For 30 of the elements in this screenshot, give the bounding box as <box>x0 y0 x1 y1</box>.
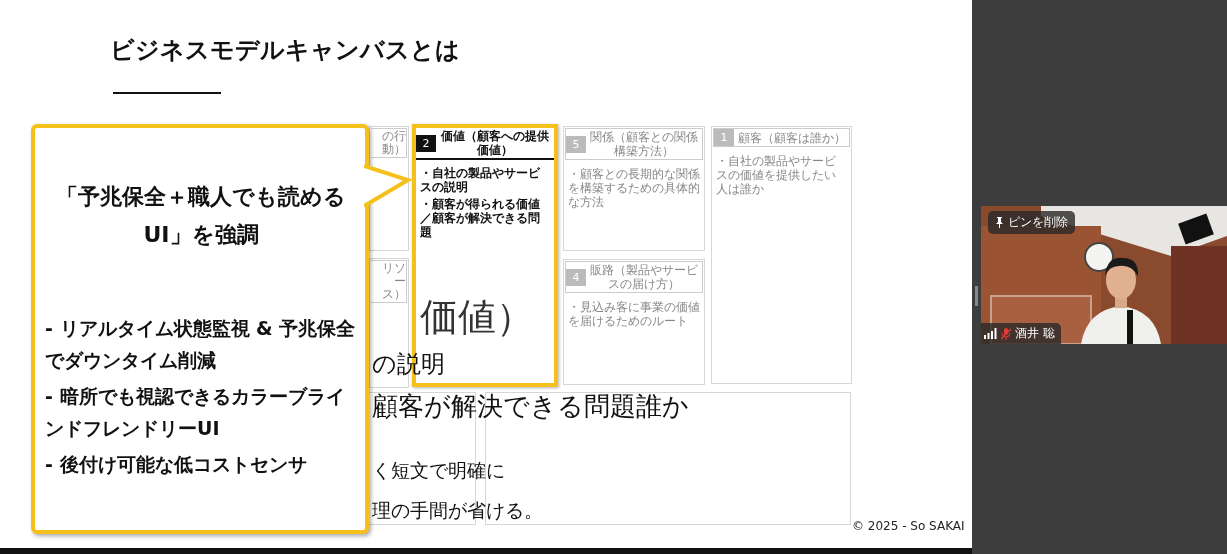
slide-text: 理の手間が省ける。 <box>372 498 543 523</box>
pin-icon <box>995 217 1004 228</box>
slide-text: 顧客が解決できる問題誰か <box>372 390 689 423</box>
card-heading: 価値（顧客への提供価値） <box>440 128 550 158</box>
card-number: 2 <box>416 134 436 152</box>
card-bullet: ・顧客が得られる価値／顧客が解決できる問題 <box>420 197 541 239</box>
copyright-text: © 2025 - So SAKAI <box>852 519 965 533</box>
card-heading: 販路（製品やサービスの届け方） <box>589 262 699 292</box>
slide-title: ビジネスモデルキャンバスとは <box>110 35 460 66</box>
callout-heading: 「予兆保全＋職人でも読めるUI」を強調 <box>55 183 347 249</box>
card-bullet: ・見込み客に事業の価値を届けるためのルート <box>568 300 700 328</box>
card-bullet: ・自社の製品やサービスの説明 <box>420 166 541 194</box>
card-heading: 顧客（顧客は誰か） <box>736 129 847 146</box>
slide-text: く短文で明確に <box>372 458 505 483</box>
card-bullet: ・自社の製品やサービスの価値を提供したい人は誰か <box>716 154 837 196</box>
resize-handle[interactable] <box>975 286 978 306</box>
card-number: 4 <box>566 268 586 286</box>
signal-icon <box>984 328 997 339</box>
participant-name: 酒井 聡 <box>1015 325 1055 342</box>
unpin-button[interactable]: ピンを削除 <box>988 211 1075 234</box>
callout-bullet: - 後付け可能な低コストセンサ <box>45 452 308 477</box>
card-number: 1 <box>714 129 734 146</box>
callout-bullet: - リアルタイム状態監視 & 予兆保全でダウンタイム削減 <box>45 316 357 373</box>
slide-text: 価値） <box>420 294 534 341</box>
card-heading: 関係（顧客との関係構築方法） <box>589 129 699 159</box>
card-heading: リソース） <box>381 261 406 302</box>
card-number: 5 <box>566 135 586 153</box>
card-bullet: ・顧客との長期的な関係を構築するための具体的な方法 <box>568 167 700 209</box>
callout-bullet: - 暗所でも視認できるカラーブラインドフレンドリーUI <box>45 384 346 441</box>
card-heading: の行動） <box>381 129 406 157</box>
